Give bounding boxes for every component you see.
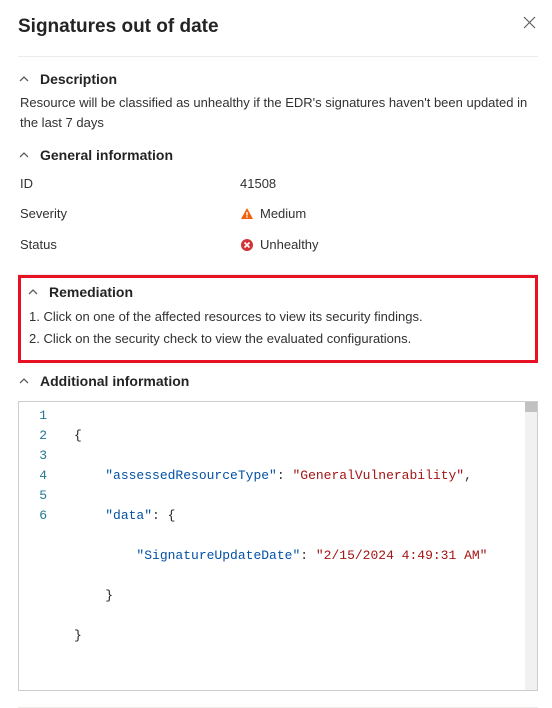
section-title-remediation: Remediation bbox=[49, 284, 133, 300]
line-number: 3 bbox=[27, 446, 47, 466]
panel-title: Signatures out of date bbox=[18, 12, 219, 38]
scrollbar-vertical[interactable] bbox=[525, 402, 537, 690]
remediation-step: 2. Click on the security check to view t… bbox=[29, 328, 529, 350]
scrollbar-thumb[interactable] bbox=[525, 402, 537, 412]
info-key-severity: Severity bbox=[20, 204, 240, 224]
close-icon bbox=[523, 16, 536, 29]
section-title-description: Description bbox=[40, 71, 117, 87]
section-title-general: General information bbox=[40, 147, 173, 163]
section-title-additional: Additional information bbox=[40, 373, 189, 389]
code-gutter: 1 2 3 4 5 6 bbox=[19, 402, 58, 690]
line-number: 4 bbox=[27, 466, 47, 486]
chevron-up-icon bbox=[18, 73, 30, 85]
error-icon bbox=[240, 238, 254, 252]
info-val-status: Unhealthy bbox=[260, 235, 319, 255]
chevron-up-icon bbox=[18, 375, 30, 387]
chevron-up-icon bbox=[27, 286, 39, 298]
code-content: { "assessedResourceType": "GeneralVulner… bbox=[58, 402, 525, 690]
description-text: Resource will be classified as unhealthy… bbox=[18, 93, 538, 133]
info-key-id: ID bbox=[20, 174, 240, 194]
info-val-severity: Medium bbox=[260, 204, 306, 224]
info-key-status: Status bbox=[20, 235, 240, 255]
warning-icon bbox=[240, 207, 254, 221]
line-number: 1 bbox=[27, 406, 47, 426]
info-row-severity: Severity Medium bbox=[20, 199, 538, 229]
code-viewer[interactable]: 1 2 3 4 5 6 { "assessedResourceType": "G… bbox=[18, 401, 538, 691]
section-toggle-general[interactable]: General information bbox=[18, 143, 538, 169]
close-button[interactable] bbox=[523, 12, 538, 32]
remediation-step: 1. Click on one of the affected resource… bbox=[29, 306, 529, 328]
info-row-status: Status Unhealthy bbox=[20, 230, 538, 260]
section-toggle-additional[interactable]: Additional information bbox=[18, 369, 538, 395]
info-row-id: ID 41508 bbox=[20, 169, 538, 199]
remediation-highlight: Remediation 1. Click on one of the affec… bbox=[18, 275, 538, 363]
divider bbox=[18, 56, 538, 57]
section-toggle-description[interactable]: Description bbox=[18, 67, 538, 93]
info-val-id: 41508 bbox=[240, 174, 276, 194]
chevron-up-icon bbox=[18, 149, 30, 161]
section-toggle-remediation[interactable]: Remediation bbox=[27, 282, 529, 306]
line-number: 2 bbox=[27, 426, 47, 446]
line-number: 6 bbox=[27, 506, 47, 526]
line-number: 5 bbox=[27, 486, 47, 506]
